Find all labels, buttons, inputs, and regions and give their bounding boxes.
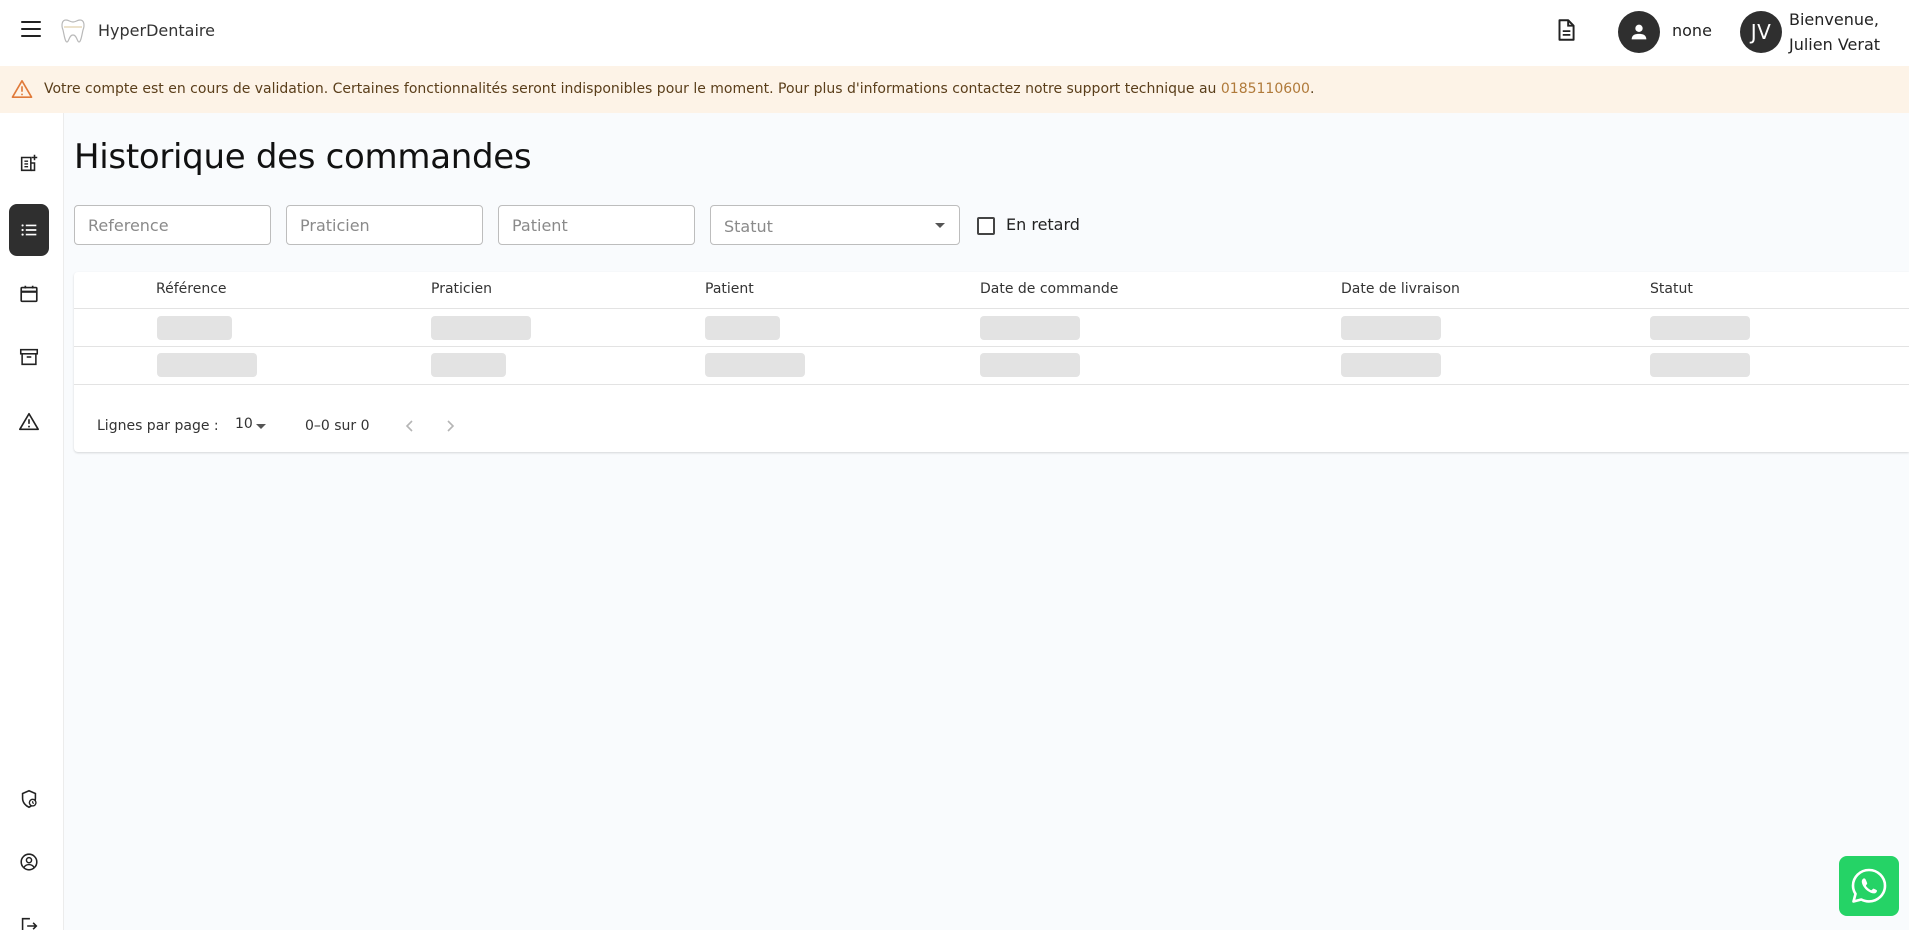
sidebar-item-orders-list[interactable] [9,204,49,256]
banner-suffix: . [1309,81,1315,97]
sidebar-item-new-order[interactable] [9,137,49,189]
warning-triangle-icon [11,80,33,98]
statut-select-label: Statut [724,217,773,236]
list-icon [21,224,37,236]
chevron-down-icon [935,223,945,228]
column-header-delivery-date[interactable]: Date de livraison [1341,281,1460,297]
sidebar-item-alerts[interactable] [9,396,49,448]
skeleton-cell [1341,316,1441,340]
document-icon[interactable] [1553,17,1579,43]
column-header-order-date[interactable]: Date de commande [980,281,1118,297]
validation-banner: Votre compte est en cours de validation.… [0,66,1909,113]
chevron-down-icon[interactable] [256,424,266,429]
rows-per-page-label: Lignes par page : [97,418,219,434]
account-circle-icon [20,853,38,871]
pagination-range: 0–0 sur 0 [305,418,370,434]
sidebar-item-calendar[interactable] [9,268,49,320]
column-header-reference[interactable]: Référence [156,281,227,297]
chevron-left-icon [405,420,413,432]
sidebar-item-archive[interactable] [9,331,49,383]
skeleton-cell [1650,316,1750,340]
statut-select[interactable]: Statut [710,205,960,245]
user-label[interactable]: none [1672,21,1712,40]
user-fullname: Julien Verat [1789,35,1881,54]
user-badge[interactable] [1618,11,1660,53]
late-checkbox[interactable] [977,217,995,235]
skeleton-cell [431,316,531,340]
rows-per-page-select[interactable]: 10 [235,416,253,432]
skeleton-cell [980,353,1080,377]
reference-filter-input[interactable] [74,205,271,245]
patient-filter-input[interactable] [498,205,695,245]
logout-icon [21,917,38,930]
chevron-right-icon [447,420,455,432]
skeleton-cell [1341,353,1441,377]
praticien-filter-input[interactable] [286,205,483,245]
brand-name[interactable]: HyperDentaire [98,21,215,40]
top-bar: HyperDentaire none JV Bienvenue, Julien … [0,0,1909,66]
calendar-icon [20,285,38,303]
column-header-patient[interactable]: Patient [705,281,754,297]
previous-page-button[interactable] [400,416,420,436]
sidebar [0,113,64,930]
banner-message-text: Votre compte est en cours de validation.… [44,81,1221,97]
whatsapp-icon [1851,868,1887,903]
sidebar-item-security[interactable] [9,773,49,825]
support-phone[interactable]: 0185110600 [1221,81,1310,97]
welcome-line: Bienvenue, [1789,10,1879,29]
warning-icon [19,412,39,431]
row-divider [74,346,1909,347]
column-header-statut[interactable]: Statut [1650,281,1693,297]
sidebar-item-logout[interactable] [9,900,49,930]
skeleton-cell [705,316,780,340]
sidebar-item-account[interactable] [9,836,49,888]
skeleton-cell [431,353,506,377]
tooth-logo-icon [61,19,85,43]
archive-icon [19,348,39,366]
column-header-praticien[interactable]: Praticien [431,281,492,297]
skeleton-cell [157,353,257,377]
welcome-text: Bienvenue, Julien Verat [1789,7,1880,57]
next-page-button[interactable] [440,416,460,436]
skeleton-cell [980,316,1080,340]
late-checkbox-label[interactable]: En retard [1006,215,1080,234]
new-order-icon [20,154,38,172]
page-title: Historique des commandes [74,137,532,177]
row-divider [74,384,1909,385]
shield-icon [21,789,37,809]
skeleton-cell [1650,353,1750,377]
skeleton-cell [705,353,805,377]
header-divider [74,308,1909,309]
banner-message: Votre compte est en cours de validation.… [44,81,1314,97]
person-icon [1631,24,1647,40]
skeleton-cell [157,316,232,340]
menu-icon[interactable] [20,18,42,40]
avatar[interactable]: JV [1740,11,1782,53]
whatsapp-button[interactable] [1839,856,1899,916]
